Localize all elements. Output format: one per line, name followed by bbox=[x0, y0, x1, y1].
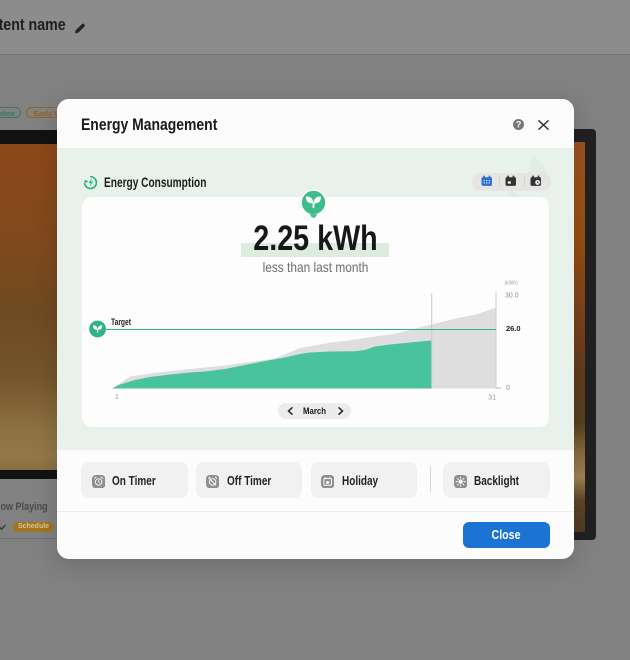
svg-text:30.0: 30.0 bbox=[505, 293, 519, 300]
svg-text:31: 31 bbox=[488, 393, 496, 402]
svg-text:Target: Target bbox=[111, 317, 131, 327]
svg-text:1: 1 bbox=[115, 394, 119, 401]
svg-text:(kWh): (kWh) bbox=[505, 281, 519, 287]
svg-text:26.0: 26.0 bbox=[506, 324, 521, 333]
svg-text:?: ? bbox=[515, 120, 521, 130]
svg-text:0: 0 bbox=[506, 385, 510, 392]
